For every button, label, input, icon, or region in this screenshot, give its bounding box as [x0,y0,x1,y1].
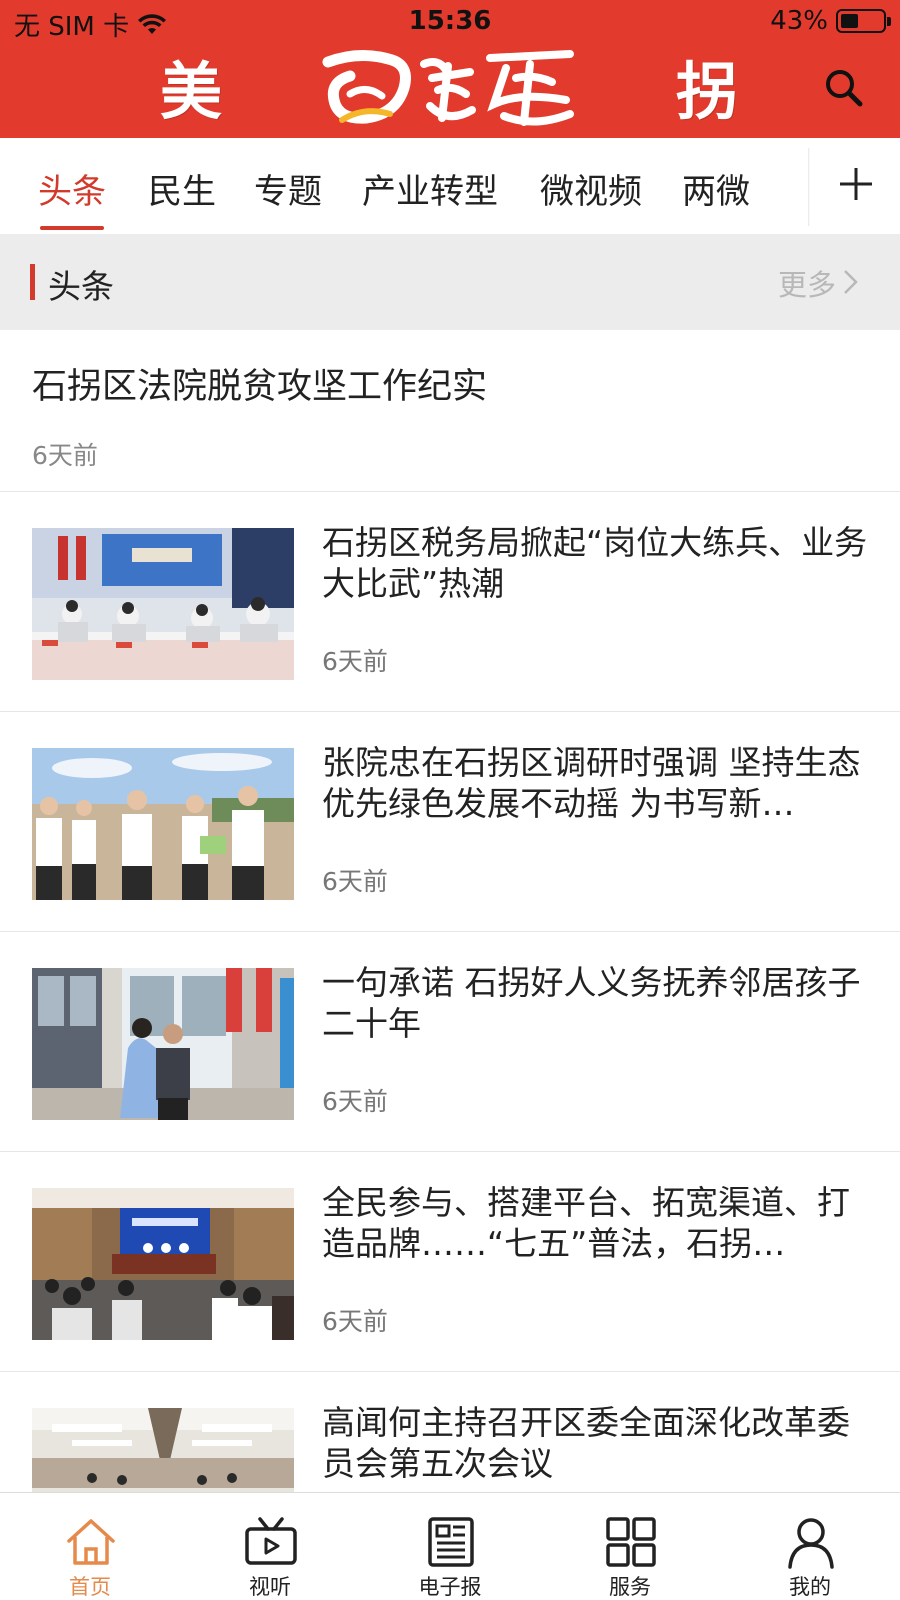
battery-percent: 43% [770,6,828,36]
chevron-right-icon [844,270,858,294]
nav-video[interactable]: 视听 [180,1493,360,1600]
status-bar: 无 SIM 卡 15:36 43% [0,0,900,44]
article-title: 石拐区税务局掀起“岗位大练兵、业务大比武”热潮 [322,523,868,603]
section-accent-bar [30,264,35,300]
tab-industry[interactable]: 产业转型 [362,164,498,224]
nav-label: 电子报 [418,1575,482,1599]
article-time: 6天前 [322,1087,388,1116]
tab-micro-video[interactable]: 微视频 [540,164,642,224]
list-item[interactable]: 石拐区税务局掀起“岗位大练兵、业务大比武”热潮 6天前 [0,492,900,712]
nav-label: 视听 [249,1575,291,1599]
article-thumbnail [32,528,294,680]
logo-char-left: 美 [160,55,225,128]
article-thumbnail [32,1408,294,1492]
tabs-fade-divider [808,148,810,226]
nav-profile[interactable]: 我的 [720,1493,900,1600]
battery-icon [836,9,891,33]
article-thumbnail [32,748,294,900]
tab-headlines[interactable]: 头条 [38,164,106,230]
tab-two-micro[interactable]: 两微 [682,164,750,224]
list-item[interactable]: 高闻何主持召开区委全面深化改革委员会第五次会议 [0,1372,900,1492]
newspaper-icon [428,1517,474,1567]
article-title: 一句承诺 石拐好人义务抚养邻居孩子二十年 [322,963,861,1043]
channel-tabs: 头条 民生 专题 产业转型 微视频 两微 [0,138,900,234]
app-header: 无 SIM 卡 15:36 43% 美 拐 [0,0,900,138]
tab-livelihood[interactable]: 民生 [148,164,216,224]
nav-e-paper[interactable]: 电子报 [360,1493,540,1600]
section-title: 头条 [48,267,114,306]
section-header: 头条 更多 [0,234,900,330]
article-title: 石拐区法院脱贫攻坚工作纪实 [32,367,488,407]
home-icon [67,1519,115,1565]
user-icon [788,1518,834,1569]
clock: 15:36 [408,6,492,36]
active-tab-indicator [40,226,104,230]
article-title: 全民参与、搭建平台、拓宽渠道、打造品牌……“七五”普法，石拐… [322,1183,850,1263]
app-logo: 美 拐 [160,40,740,132]
video-icon [245,1517,297,1565]
nav-home[interactable]: 首页 [0,1493,180,1600]
article-title: 张院忠在石拐区调研时强调 坚持生态优先绿色发展不动摇 为书写新… [322,743,861,823]
battery-level [841,14,858,28]
search-icon[interactable] [822,66,866,110]
plus-icon[interactable] [834,162,878,206]
logo-calligraphy-mark [322,49,574,126]
bottom-tab-bar: 首页 视听 电子报 服务 我的 [0,1492,900,1600]
nav-label: 服务 [609,1575,651,1599]
article-time: 6天前 [322,1307,388,1336]
tab-topics[interactable]: 专题 [254,164,322,224]
nav-label: 我的 [789,1575,831,1599]
article-thumbnail [32,968,294,1120]
logo-char-right: 拐 [675,55,740,128]
article-time: 6天前 [322,647,388,676]
list-item[interactable]: 张院忠在石拐区调研时强调 坚持生态优先绿色发展不动摇 为书写新… 6天前 [0,712,900,932]
list-item[interactable]: 一句承诺 石拐好人义务抚养邻居孩子二十年 6天前 [0,932,900,1152]
grid-icon [606,1517,656,1567]
nav-services[interactable]: 服务 [540,1493,720,1600]
nav-label: 首页 [69,1575,111,1599]
lead-article[interactable]: 石拐区法院脱贫攻坚工作纪实 6天前 [0,330,900,492]
more-label: 更多 [777,268,836,302]
article-time: 6天前 [322,867,388,896]
more-link[interactable]: 更多 [750,262,860,302]
article-thumbnail [32,1188,294,1340]
article-time: 6天前 [32,441,98,470]
list-item[interactable]: 全民参与、搭建平台、拓宽渠道、打造品牌……“七五”普法，石拐… 6天前 [0,1152,900,1372]
article-title: 高闻何主持召开区委全面深化改革委员会第五次会议 [322,1403,850,1483]
